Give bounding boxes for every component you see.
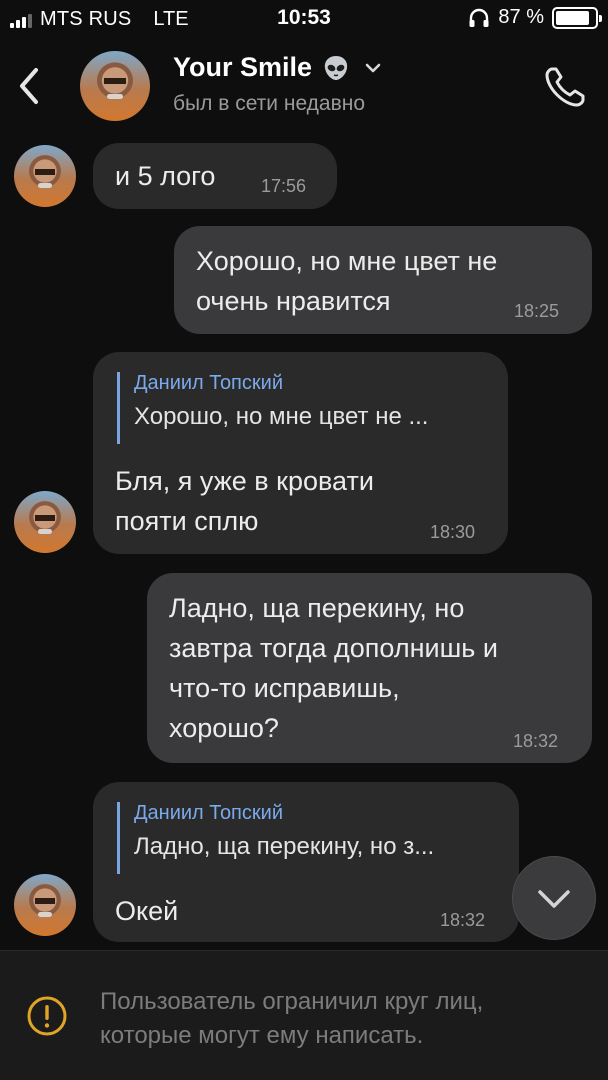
message-time: 18:32	[440, 910, 486, 930]
message-line: очень нравится	[196, 286, 391, 316]
message-bubble-outgoing[interactable]: Хорошо, но мне цвет не очень нравится 18…	[174, 226, 592, 334]
message-bubble-incoming[interactable]: Даниил Топский Ладно, ща перекину, но з.…	[93, 782, 519, 942]
message-text: и 5 лого	[115, 161, 216, 191]
message-text: Хорошо, но мне цвет не очень нравится	[196, 241, 497, 321]
message-line: Бля, я уже в кровати	[115, 466, 374, 496]
last-seen-status: был в сети недавно	[173, 92, 366, 115]
restricted-notice-bar: Пользователь ограничил круг лиц, которые…	[0, 950, 608, 1080]
message-bubble-outgoing[interactable]: Ладно, ща перекину, но завтра тогда допо…	[147, 573, 592, 763]
reply-quote[interactable]: Даниил Топский Ладно, ща перекину, но з.…	[117, 802, 434, 874]
warning-icon	[27, 996, 67, 1036]
chevron-down-icon	[538, 890, 570, 908]
status-bar: MTS RUS LTE 10:53 87 %	[0, 0, 608, 40]
message-text: Бля, я уже в кровати пояти сплю	[115, 461, 374, 541]
alien-emoji-icon	[324, 55, 348, 80]
phone-call-button[interactable]	[542, 64, 588, 110]
avatar[interactable]	[14, 491, 76, 553]
message-line: Ладно, ща перекину, но	[169, 593, 465, 623]
notice-line: которые могут ему написать.	[100, 1022, 424, 1049]
message-bubble-incoming[interactable]: и 5 лого 17:56	[93, 143, 337, 209]
restricted-notice-text: Пользователь ограничил круг лиц, которые…	[100, 985, 580, 1053]
avatar[interactable]	[80, 51, 150, 121]
message-text: Ладно, ща перекину, но завтра тогда допо…	[169, 588, 498, 748]
reply-author: Даниил Топский	[134, 372, 283, 394]
message-time: 17:56	[261, 176, 307, 196]
battery-icon	[552, 6, 602, 29]
chat-title: Your Smile	[173, 52, 313, 82]
avatar[interactable]	[14, 874, 76, 936]
scroll-to-bottom-button[interactable]	[512, 856, 596, 940]
chat-header: Your Smile был в сети недавно	[0, 40, 608, 132]
message-time: 18:32	[513, 731, 559, 751]
notice-line: Пользователь ограничил круг лиц,	[100, 988, 484, 1015]
message-bubble-incoming[interactable]: Даниил Топский Хорошо, но мне цвет не ..…	[93, 352, 508, 554]
reply-text: Хорошо, но мне цвет не ...	[134, 403, 429, 430]
battery-percent: 87 %	[498, 6, 544, 28]
avatar[interactable]	[14, 145, 76, 207]
reply-quote[interactable]: Даниил Топский Хорошо, но мне цвет не ..…	[117, 372, 428, 444]
chat-screen: MTS RUS LTE 10:53 87 % Your Smile был в …	[0, 0, 608, 1080]
chevron-down-icon	[365, 63, 381, 72]
message-time: 18:25	[514, 301, 560, 321]
message-line: завтра тогда дополнишь и	[169, 633, 498, 663]
headphones-icon	[469, 8, 489, 27]
back-button[interactable]	[10, 62, 50, 110]
message-line: что-то исправишь,	[169, 673, 400, 703]
message-time: 18:30	[430, 522, 476, 542]
message-line: хорошо?	[169, 713, 279, 743]
message-line: Хорошо, но мне цвет не	[196, 246, 498, 276]
chat-title-button[interactable]: Your Smile	[173, 52, 382, 83]
message-line: пояти сплю	[115, 506, 259, 536]
reply-author: Даниил Топский	[134, 802, 283, 824]
reply-text: Ладно, ща перекину, но з...	[134, 833, 435, 860]
message-text: Окей	[115, 896, 179, 926]
